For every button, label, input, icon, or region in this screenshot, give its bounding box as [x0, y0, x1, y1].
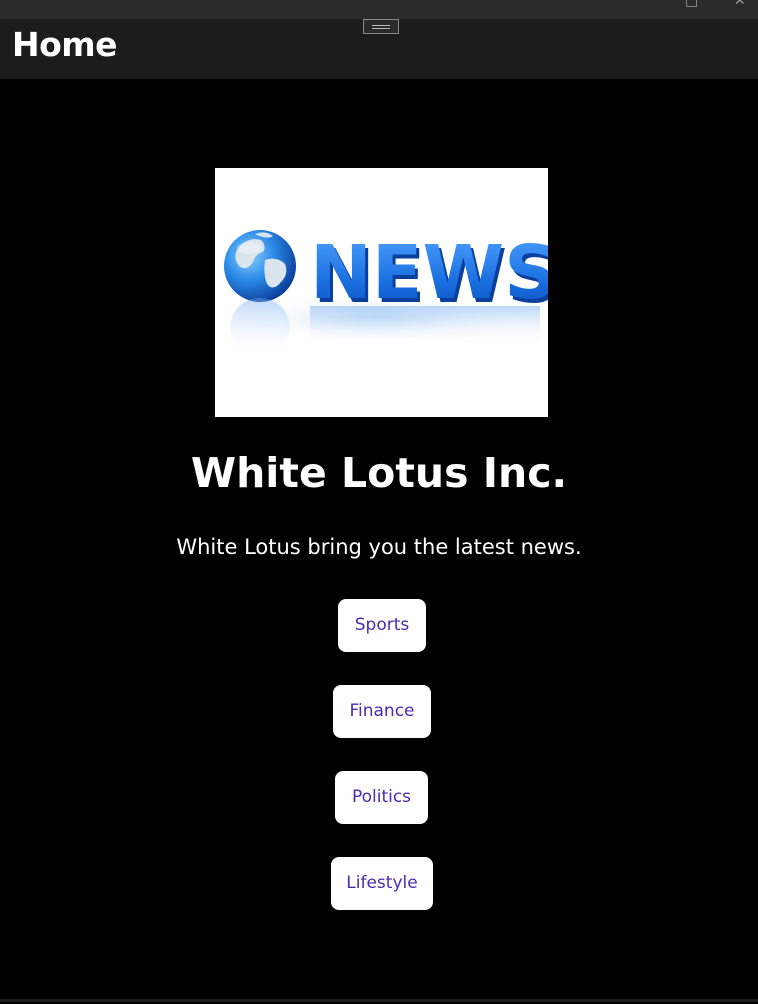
bottom-divider: [0, 999, 758, 1002]
news-globe-logo: NEWS NEWS: [215, 168, 548, 417]
sports-button[interactable]: Sports: [338, 599, 426, 652]
company-name: White Lotus Inc.: [190, 449, 568, 497]
hamburger-menu-icon[interactable]: [363, 19, 399, 34]
politics-button[interactable]: Politics: [335, 771, 428, 824]
page-title: Home: [12, 25, 118, 64]
title-bar: □ ✕: [0, 0, 758, 19]
lifestyle-button[interactable]: Lifestyle: [331, 857, 433, 910]
close-icon[interactable]: ✕: [734, 0, 746, 8]
app-window: □ ✕ Home NEWS NEWS White Lotus Inc. Whit…: [0, 0, 758, 1004]
tagline: White Lotus bring you the latest news.: [176, 535, 582, 559]
maximize-icon[interactable]: □: [685, 0, 698, 8]
news-text: NEWS: [310, 230, 548, 316]
finance-button[interactable]: Finance: [333, 685, 431, 738]
news-image: NEWS NEWS: [215, 168, 548, 417]
